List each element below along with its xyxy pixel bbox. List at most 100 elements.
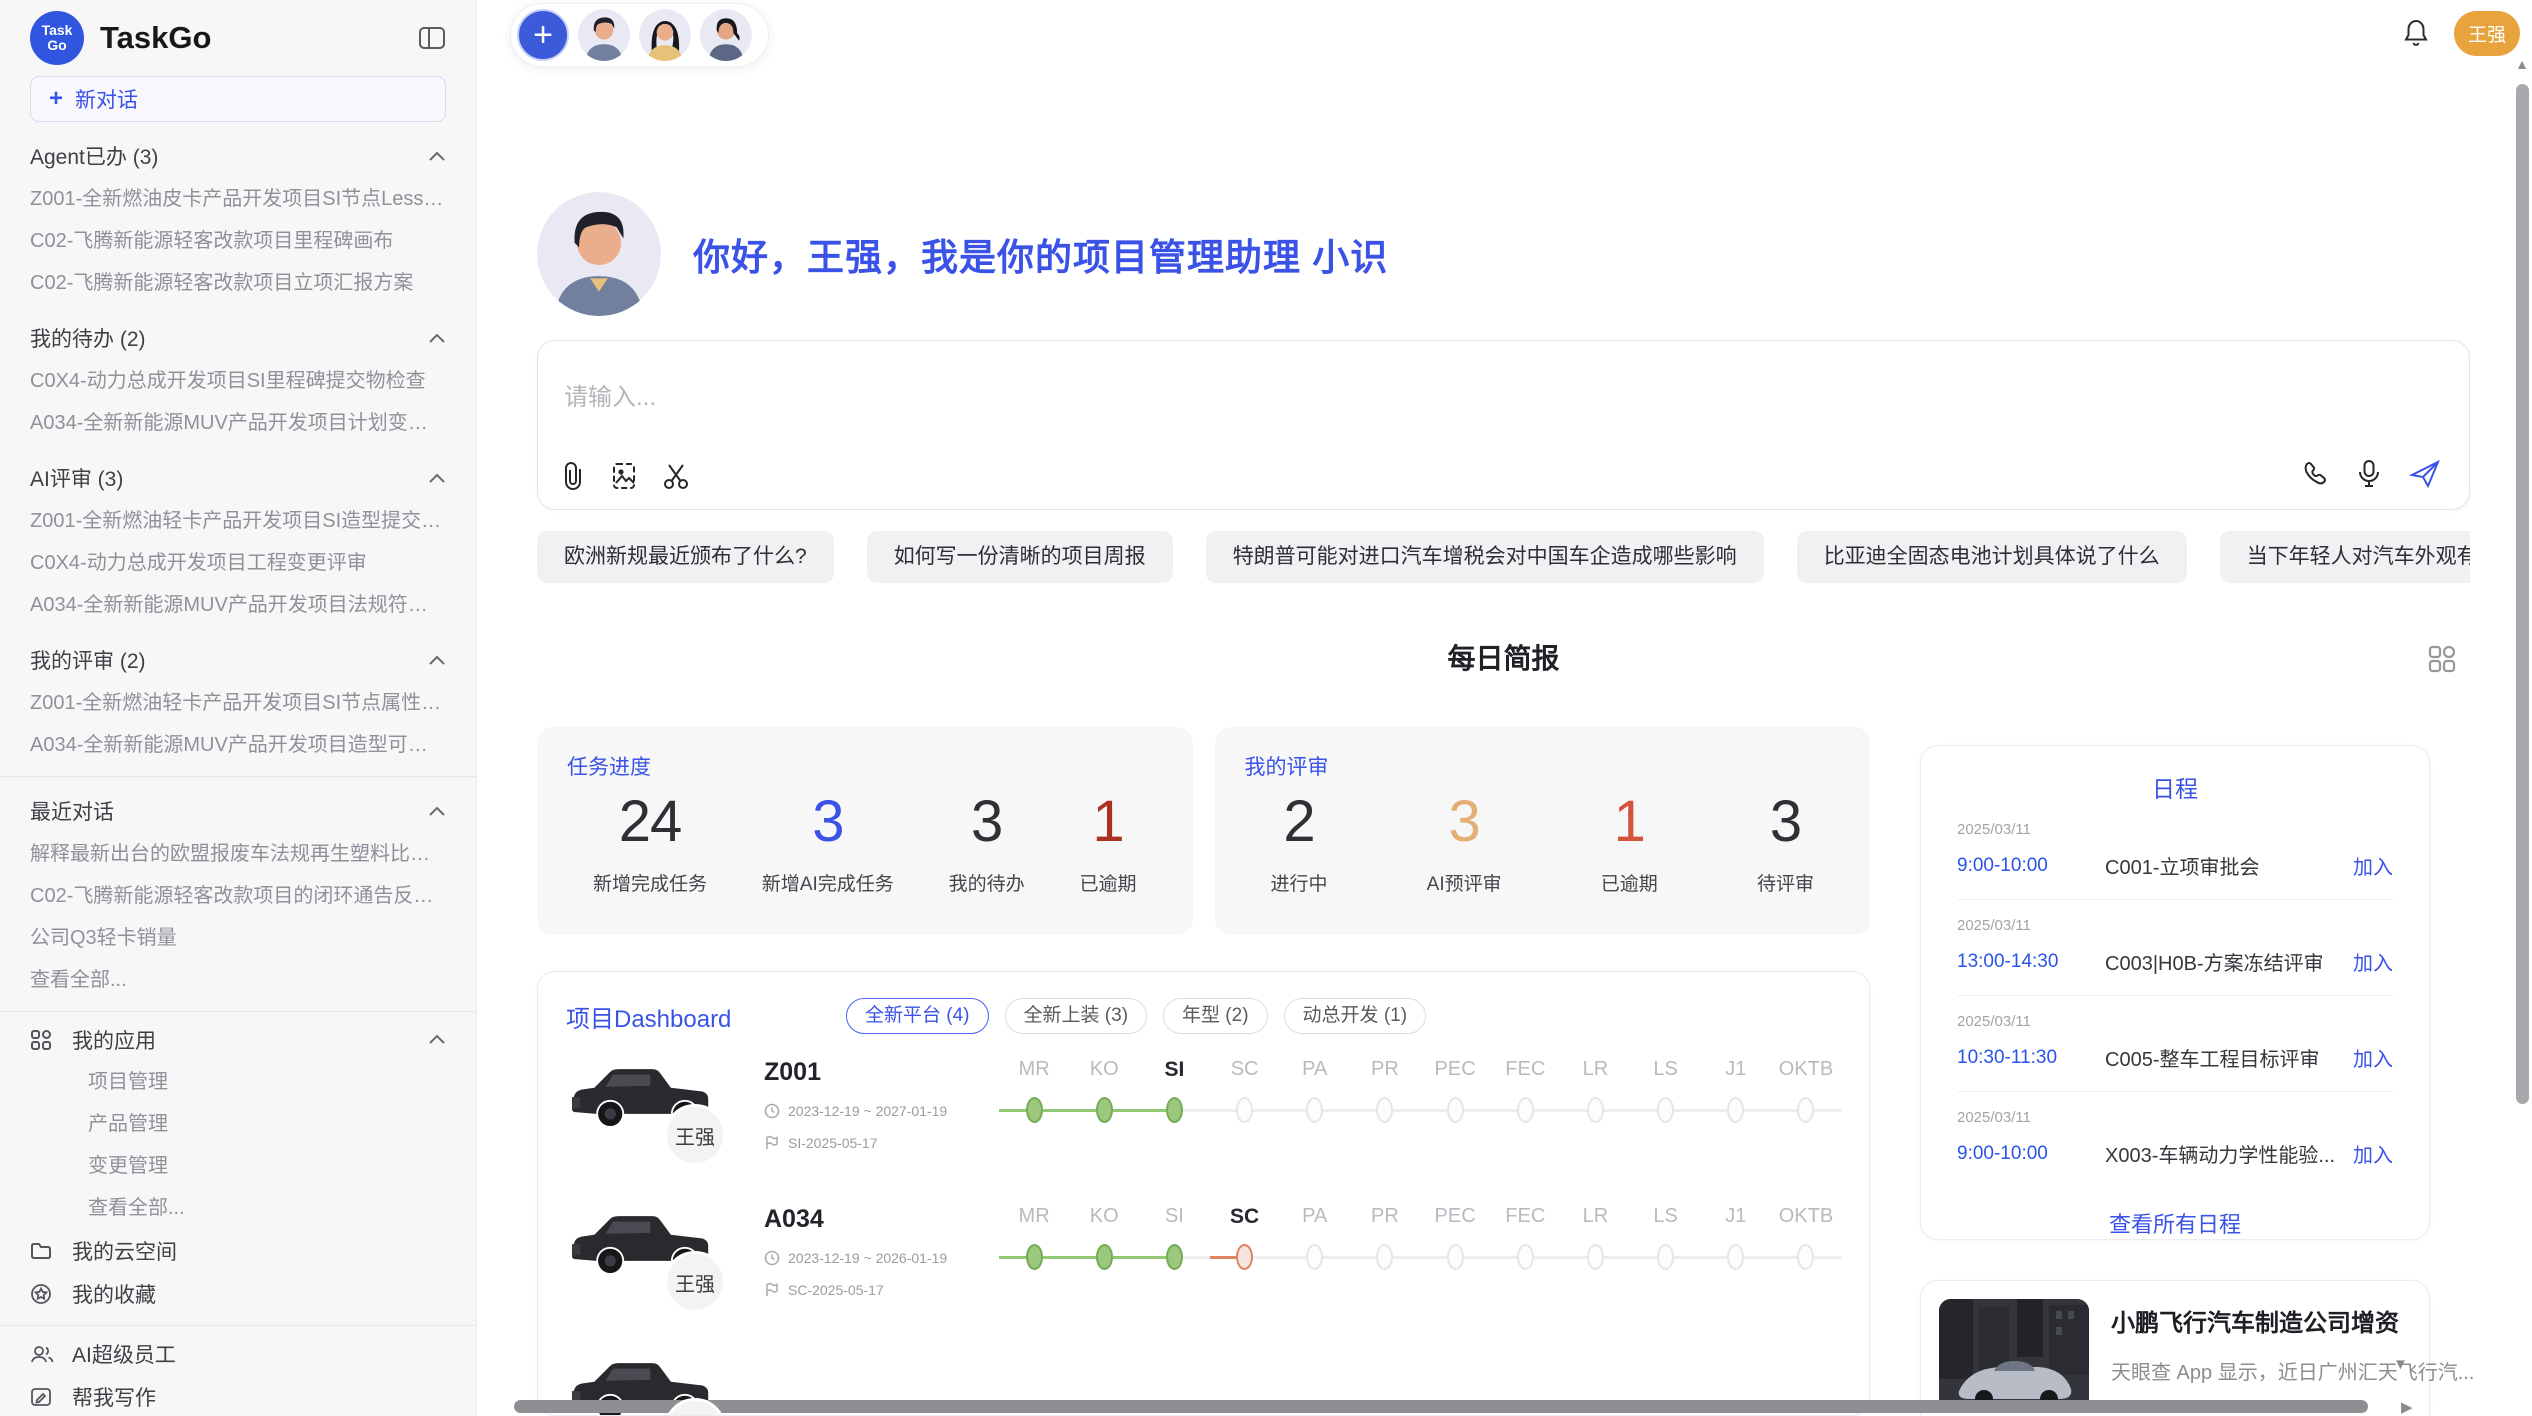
scroll-down-arrow[interactable]: ▼ [2393, 1356, 2408, 1373]
recent-chat-item[interactable]: 公司Q3轻卡销量 [30, 917, 446, 959]
chat-input-box[interactable]: 请输入... [537, 340, 2470, 510]
milestone-label: LR [1560, 1205, 1630, 1243]
schedule-time: 9:00-10:00 [1957, 1143, 2105, 1165]
layout-grid-icon[interactable] [2426, 643, 2458, 680]
agent-avatar-3[interactable] [700, 9, 752, 61]
sidebar-group-header[interactable]: AI评审 (3) [30, 456, 446, 500]
milestone-node [1657, 1244, 1674, 1270]
dashboard-tab[interactable]: 全新上装 (3) [1005, 998, 1148, 1034]
milestone-node [1727, 1244, 1744, 1270]
app-item-change-mgmt[interactable]: 变更管理 [30, 1145, 446, 1187]
horizontal-scrollbar[interactable] [514, 1400, 2368, 1413]
suggestion-chip[interactable]: 比亚迪全固态电池计划具体说了什么 [1797, 531, 2187, 583]
agent-avatar-1[interactable] [578, 9, 630, 61]
chevron-up-icon[interactable] [428, 1034, 446, 1045]
sidebar-item[interactable]: C02-飞腾新能源轻客改款项目里程碑画布 [30, 220, 446, 262]
milestone-node [1797, 1244, 1814, 1270]
sidebar-item[interactable]: A034-全新新能源MUV产品开发项目计划变更表编写 [30, 402, 446, 444]
sidebar-collapse-icon[interactable] [418, 25, 446, 51]
recent-view-all[interactable]: 查看全部... [30, 959, 446, 1001]
suggestion-chip[interactable]: 欧洲新规最近颁布了什么? [537, 531, 834, 583]
vertical-scrollbar[interactable] [2516, 84, 2529, 1104]
schedule-join-link[interactable]: 加入 [2353, 1043, 2393, 1072]
chevron-up-icon[interactable] [428, 806, 446, 817]
mic-icon[interactable] [2357, 459, 2381, 489]
schedule-view-all[interactable]: 查看所有日程 [1957, 1207, 2393, 1239]
sidebar-item[interactable]: A034-全新新能源MUV产品开发项目造型可行性评审 [30, 724, 446, 766]
input-actions [2301, 459, 2441, 489]
scroll-right-arrow[interactable]: ▶ [2401, 1398, 2413, 1416]
chevron-up-icon[interactable] [428, 333, 446, 344]
suggestion-chips: 欧洲新规最近颁布了什么? 如何写一份清晰的项目周报特朗普可能对进口汽车增税会对中国… [537, 531, 2470, 583]
sidebar-item[interactable]: Z001-全新燃油轻卡产品开发项目SI造型提交物评审 [30, 500, 446, 542]
schedule-join-link[interactable]: 加入 [2353, 947, 2393, 976]
sidebar-item[interactable]: A034-全新新能源MUV产品开发项目法规符合性评审 [30, 584, 446, 626]
sidebar-item[interactable]: Z001-全新燃油皮卡产品开发项目SI节点Lesson Learn报告 [30, 178, 446, 220]
milestone-step: FEC [1490, 1058, 1560, 1181]
milestone-label: LR [1560, 1058, 1630, 1096]
recent-chat-item[interactable]: C02-飞腾新能源轻客改款项目的闭环通告反馈情况 [30, 875, 446, 917]
dashboard-tab[interactable]: 动总开发 (1) [1284, 998, 1427, 1034]
milestone-label: OKTB [1771, 1205, 1841, 1243]
milestone-step: LS [1631, 1205, 1701, 1328]
assistant-avatar [537, 192, 661, 316]
sidebar: Task Go TaskGo + 新对话 Agent已办 (3)Z001-全新燃… [0, 0, 477, 1416]
stat-label: 已逾期 [1079, 869, 1136, 896]
project-row[interactable]: 王强Z0012023-12-19 ~ 2027-01-19SI-2025-05-… [566, 1056, 1841, 1181]
schedule-join-link[interactable]: 加入 [2353, 851, 2393, 880]
sidebar-item[interactable]: C02-飞腾新能源轻客改款项目立项汇报方案 [30, 262, 446, 304]
sidebar-group-header[interactable]: 我的评审 (2) [30, 638, 446, 682]
sidebar-item-favorites[interactable]: 我的收藏 [30, 1272, 446, 1315]
team-icon [30, 1344, 54, 1364]
schedule-join-link[interactable]: 加入 [2353, 1139, 2393, 1168]
milestone-label: SC [1210, 1058, 1280, 1096]
stat-value: 1 [1601, 789, 1658, 855]
dashboard-tab[interactable]: 年型 (2) [1163, 998, 1268, 1034]
suggestion-chip[interactable]: 如何写一份清晰的项目周报 [867, 531, 1173, 583]
suggestion-chip[interactable]: 特朗普可能对进口汽车增税会对中国车企造成哪些影响 [1206, 531, 1764, 583]
milestone-step: PR [1350, 1205, 1420, 1328]
news-card[interactable]: 小鹏飞行汽车制造公司增资 天眼查 App 显示，近日广州汇天飞行汽... [1920, 1280, 2430, 1416]
sidebar-item-ai-super-staff[interactable]: AI超级员工 [30, 1332, 446, 1375]
greeting-title: 你好，王强，我是你的项目管理助理 小识 [693, 227, 1388, 281]
send-icon[interactable] [2409, 459, 2441, 489]
clock-icon [764, 1250, 780, 1266]
suggestion-chip[interactable]: 当下年轻人对汽车外观有怎样的喜好趋势 [2220, 531, 2470, 583]
project-row[interactable]: 王强A0342023-12-19 ~ 2026-01-19SC-2025-05-… [566, 1203, 1841, 1328]
image-icon[interactable] [610, 461, 638, 491]
stat-label: 已逾期 [1601, 869, 1658, 896]
scissors-icon[interactable] [662, 461, 690, 491]
sidebar-group-header[interactable]: 我的待办 (2) [30, 316, 446, 360]
app-item-project-mgmt[interactable]: 项目管理 [30, 1061, 446, 1103]
dashboard-tab[interactable]: 全新平台 (4) [846, 998, 989, 1034]
apps-view-all[interactable]: 查看全部... [30, 1187, 446, 1229]
content-columns: 任务进度 24新增完成任务3新增AI完成任务3我的待办1已逾期 我的评审 2进行… [537, 727, 2475, 1416]
sidebar-item[interactable]: C0X4-动力总成开发项目工程变更评审 [30, 542, 446, 584]
chevron-up-icon[interactable] [428, 151, 446, 162]
agent-avatar-2[interactable] [639, 9, 691, 61]
sidebar-item-help-me-write[interactable]: 帮我写作 [30, 1375, 446, 1416]
folder-icon [30, 1241, 54, 1261]
sidebar-item[interactable]: Z001-全新燃油轻卡产品开发项目SI节点属性5D文件评审 [30, 682, 446, 724]
paperclip-icon[interactable] [560, 461, 586, 491]
scroll-up-arrow[interactable]: ▲ [2515, 56, 2529, 72]
milestone-node [1376, 1244, 1393, 1270]
phone-icon[interactable] [2301, 460, 2329, 488]
new-chat-button[interactable]: + 新对话 [30, 76, 446, 122]
sidebar-item[interactable]: C0X4-动力总成开发项目SI里程碑提交物检查 [30, 360, 446, 402]
sidebar-group-header[interactable]: Agent已办 (3) [30, 134, 446, 178]
recent-chat-item[interactable]: 解释最新出台的欧盟报废车法规再生塑料比例被调至15%... [30, 833, 446, 875]
add-agent-button[interactable]: + [517, 9, 569, 61]
news-snippet: 天眼查 App 显示，近日广州汇天飞行汽... [2111, 1356, 2474, 1385]
notification-bell-icon[interactable] [2402, 18, 2430, 53]
sidebar-group-header-recent[interactable]: 最近对话 [30, 789, 446, 833]
chevron-up-icon[interactable] [428, 655, 446, 666]
logo-row: Task Go TaskGo [30, 10, 446, 66]
milestone-label: MR [999, 1205, 1069, 1243]
chevron-up-icon[interactable] [428, 473, 446, 484]
sidebar-item-cloud-space[interactable]: 我的云空间 [30, 1229, 446, 1272]
sidebar-item-my-apps[interactable]: 我的应用 [30, 1018, 446, 1061]
user-avatar[interactable]: 王强 [2454, 11, 2520, 56]
logo-text-top: Task [42, 23, 73, 38]
app-item-product-mgmt[interactable]: 产品管理 [30, 1103, 446, 1145]
